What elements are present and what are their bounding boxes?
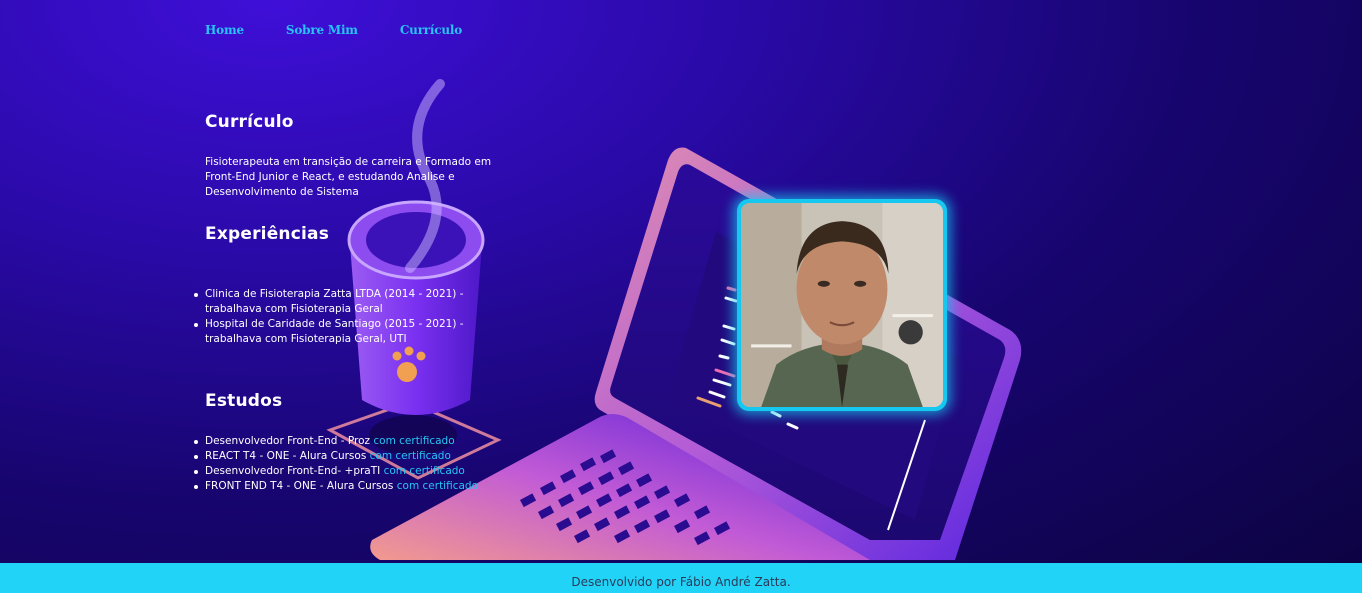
coffee-cup [326, 79, 502, 480]
certificate-link[interactable]: com certificado [384, 465, 465, 477]
nav-sobre-mim-link[interactable]: Sobre Mim [286, 23, 358, 37]
certificate-link[interactable]: com certificado [370, 450, 451, 462]
estudos-list: Desenvolvedor Front-End - Proz com certi… [194, 434, 525, 494]
study-text: FRONT END T4 - ONE - Alura Cursos [205, 480, 397, 492]
nav-home-link[interactable]: Home [205, 23, 244, 37]
list-item: Desenvolvedor Front-End- +praTI com cert… [194, 464, 525, 479]
list-item: Hospital de Caridade de Santiago (2015 -… [194, 317, 515, 347]
study-text: REACT T4 - ONE - Alura Cursos [205, 450, 370, 462]
nav-curriculo-link[interactable]: Currículo [400, 23, 462, 37]
list-item: REACT T4 - ONE - Alura Cursos com certif… [194, 449, 525, 464]
list-item: Clinica de Fisioterapia Zatta LTDA (2014… [194, 287, 515, 317]
study-text: Desenvolvedor Front-End- +praTI [205, 465, 384, 477]
study-text: Desenvolvedor Front-End - Proz [205, 435, 374, 447]
certificate-link[interactable]: com certificado [373, 435, 454, 447]
footer: Desenvolvido por Fábio André Zatta. [0, 563, 1362, 593]
curriculo-summary: Fisioterapeuta em transição de carreira … [205, 156, 492, 198]
curriculo-title: Currículo [205, 112, 294, 132]
profile-photo [741, 203, 943, 407]
top-nav: Home Sobre Mim Currículo [205, 23, 462, 37]
list-item: FRONT END T4 - ONE - Alura Cursos com ce… [194, 479, 525, 494]
footer-text: Desenvolvido por Fábio André Zatta. [571, 575, 791, 589]
estudos-title: Estudos [205, 391, 283, 411]
certificate-link[interactable]: com certificado [397, 480, 478, 492]
experiencias-title: Experiências [205, 224, 330, 244]
profile-photo-frame [737, 199, 947, 411]
list-item: Desenvolvedor Front-End - Proz com certi… [194, 434, 525, 449]
experiencias-list: Clinica de Fisioterapia Zatta LTDA (2014… [194, 287, 515, 347]
